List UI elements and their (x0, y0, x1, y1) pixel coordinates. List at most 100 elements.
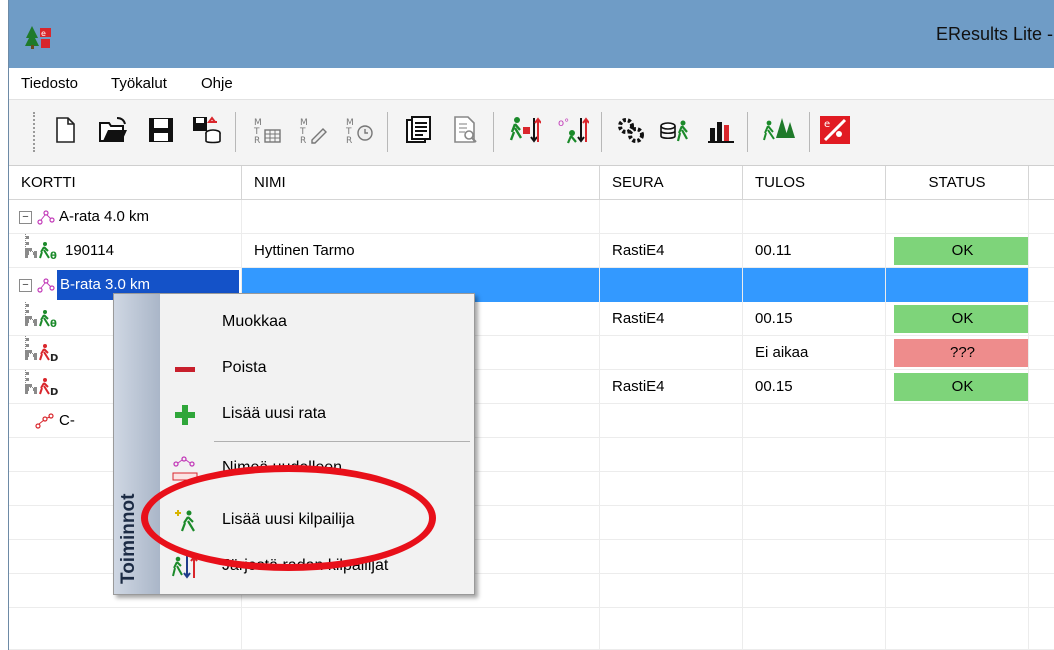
svg-text:R: R (300, 136, 306, 146)
minus-icon (172, 356, 198, 382)
open-folder-icon (97, 114, 129, 150)
plus-icon (172, 402, 198, 428)
card-number: 190114 (65, 242, 114, 259)
svg-text:R: R (254, 136, 260, 146)
settings-button[interactable] (613, 113, 649, 151)
table-row[interactable]: − A-rata 4.0 km (9, 200, 1054, 234)
sort-results-icon (509, 114, 542, 150)
context-menu-title: Toiminnot (118, 493, 139, 584)
sort-course-icon: o° (557, 114, 590, 150)
status-cell: OK (886, 302, 1029, 336)
svg-text:D: D (50, 353, 58, 363)
column-tulos[interactable]: TULOS (743, 166, 886, 200)
course-table-icon: MTR (251, 114, 283, 150)
seura-cell (600, 268, 743, 302)
window-title: EResults Lite - (935, 24, 1053, 44)
status-cell (886, 404, 1029, 438)
runners-button[interactable] (761, 113, 797, 151)
seura-cell: RastiE4 (600, 302, 743, 336)
menu-help[interactable]: Ohje (201, 75, 233, 92)
runner-ok-icon: θ (39, 241, 61, 261)
column-nimi[interactable]: NIMI (242, 166, 600, 200)
tulos-cell (743, 200, 886, 234)
svg-text:θ: θ (50, 251, 57, 261)
table-row[interactable]: θ 190114 Hyttinen Tarmo RastiE4 00.11 OK (9, 234, 1054, 268)
tree-line (25, 370, 29, 387)
toolbar-separator (493, 112, 494, 152)
status-badge: ??? (894, 339, 1028, 367)
status-cell: OK (886, 370, 1029, 404)
runner-dnf-icon: D (39, 377, 61, 397)
eresults-logo-icon: e (819, 114, 851, 150)
tulos-cell (743, 404, 886, 438)
column-status[interactable]: STATUS (886, 166, 1029, 200)
course-table-button[interactable]: MTR (249, 113, 285, 151)
db-runner-button[interactable] (657, 113, 693, 151)
title-bar[interactable]: e EResults Lite - (9, 0, 1054, 68)
course-icon (37, 208, 55, 226)
collapse-icon[interactable]: − (19, 211, 32, 224)
course-time-icon: MTR (343, 114, 375, 150)
open-button[interactable] (95, 113, 131, 151)
column-kortti[interactable]: KORTTI (9, 166, 242, 200)
toolbar-separator (601, 112, 602, 152)
toolbar-separator (747, 112, 748, 152)
status-cell (886, 268, 1029, 302)
eresults-button[interactable]: e (817, 113, 853, 151)
course-time-button[interactable]: MTR (341, 113, 377, 151)
tree-line (25, 234, 29, 251)
print-preview-button[interactable] (447, 113, 483, 151)
seura-cell: RastiE4 (600, 234, 743, 268)
tulos-cell: 00.15 (743, 302, 886, 336)
svg-text:R: R (346, 136, 352, 146)
export-db-button[interactable] (189, 113, 225, 151)
menu-item-edit[interactable]: Muokkaa (160, 300, 474, 346)
sort-course-button[interactable]: o° (555, 113, 591, 151)
svg-text:D: D (50, 387, 58, 397)
save-button[interactable] (143, 113, 179, 151)
seura-cell (600, 336, 743, 370)
course-name: A-rata 4.0 km (59, 208, 150, 225)
menu-file[interactable]: Tiedosto (21, 75, 78, 92)
nimi-cell (242, 200, 600, 234)
menu-item-label: Lisää uusi rata (222, 405, 327, 422)
settings-gears-icon (615, 114, 647, 150)
status-badge: OK (894, 305, 1028, 333)
tree-line (25, 302, 29, 319)
toolbar-separator (387, 112, 388, 152)
status-cell: OK (886, 234, 1029, 268)
svg-text:o°: o° (558, 118, 569, 129)
menu-tools[interactable]: Työkalut (111, 75, 167, 92)
status-cell: ??? (886, 336, 1029, 370)
tree-line (25, 251, 37, 255)
print-icon (403, 114, 435, 150)
new-file-icon (49, 114, 81, 150)
runner-ok-icon: θ (39, 309, 61, 329)
menu-item-add-course[interactable]: Lisää uusi rata (160, 392, 474, 438)
course-name: C- (59, 412, 75, 429)
chart-button[interactable] (703, 113, 739, 151)
menu-item-delete[interactable]: Poista (160, 346, 474, 392)
svg-text:e: e (41, 29, 46, 38)
context-menu-sidebar: Toiminnot (114, 294, 160, 594)
sort-results-button[interactable] (507, 113, 543, 151)
app-logo-icon: e (25, 24, 53, 50)
print-button[interactable] (401, 113, 437, 151)
export-db-icon (191, 114, 223, 150)
grid-header: KORTTI NIMI SEURA TULOS STATUS (9, 166, 1054, 200)
column-seura[interactable]: SEURA (600, 166, 743, 200)
highlight-annotation (141, 465, 436, 571)
menu-bar: Tiedosto Työkalut Ohje (9, 68, 1054, 100)
toolbar-grip[interactable] (33, 112, 37, 152)
course-edit-button[interactable]: MTR (295, 113, 331, 151)
course-icon (35, 412, 55, 430)
menu-separator (214, 441, 470, 442)
tree-line (25, 353, 37, 357)
tulos-cell: 00.15 (743, 370, 886, 404)
collapse-icon[interactable]: − (19, 279, 32, 292)
print-preview-icon (449, 114, 481, 150)
nimi-cell: Hyttinen Tarmo (242, 234, 600, 268)
new-file-button[interactable] (47, 113, 83, 151)
tulos-cell (743, 268, 886, 302)
bar-chart-icon (705, 114, 737, 150)
